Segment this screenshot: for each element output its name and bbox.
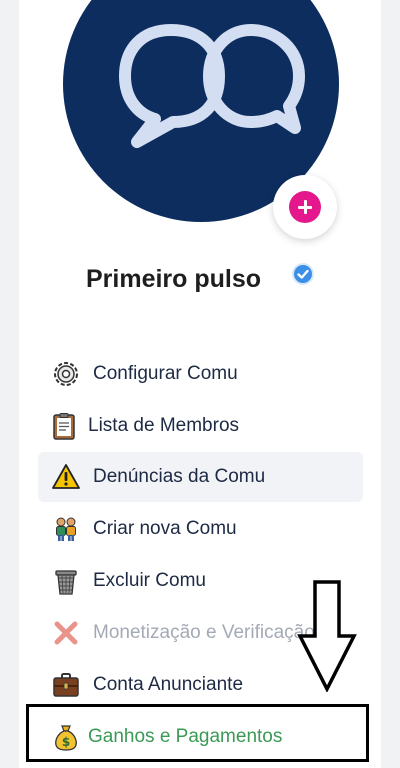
- clipboard-icon: [53, 413, 75, 440]
- plus-icon: [289, 191, 321, 223]
- cross-icon: [54, 621, 78, 645]
- highlight-annotation-box: [26, 704, 369, 762]
- menu-item-configurar-comu[interactable]: Configurar Comu: [38, 349, 363, 399]
- verified-badge-icon: [292, 263, 314, 285]
- menu-item-label: Configurar Comu: [93, 363, 238, 384]
- community-name: Primeiro pulso: [86, 265, 262, 293]
- menu-item-label: Excluir Comu: [93, 570, 206, 591]
- trash-icon: [55, 570, 77, 595]
- menu-item-label: Conta Anunciante: [93, 674, 244, 695]
- menu-item-label: Lista de Membros: [88, 415, 240, 436]
- menu-item-denuncias-da-comu[interactable]: Denúncias da Comu: [38, 452, 363, 502]
- menu-item-criar-nova-comu[interactable]: Criar nova Comu: [38, 504, 363, 554]
- add-button[interactable]: [273, 175, 337, 239]
- menu-item-label: Denúncias da Comu: [93, 466, 266, 487]
- menu-item-label: Criar nova Comu: [93, 518, 237, 539]
- briefcase-icon: [53, 673, 79, 697]
- gear-icon: [54, 362, 78, 386]
- people-icon: [56, 517, 76, 541]
- menu-item-label: Monetização e Verificação: [93, 622, 315, 643]
- down-arrow-annotation-icon: [297, 580, 357, 692]
- menu-item-lista-de-membros[interactable]: Lista de Membros: [38, 401, 363, 451]
- warning-icon: [52, 464, 80, 489]
